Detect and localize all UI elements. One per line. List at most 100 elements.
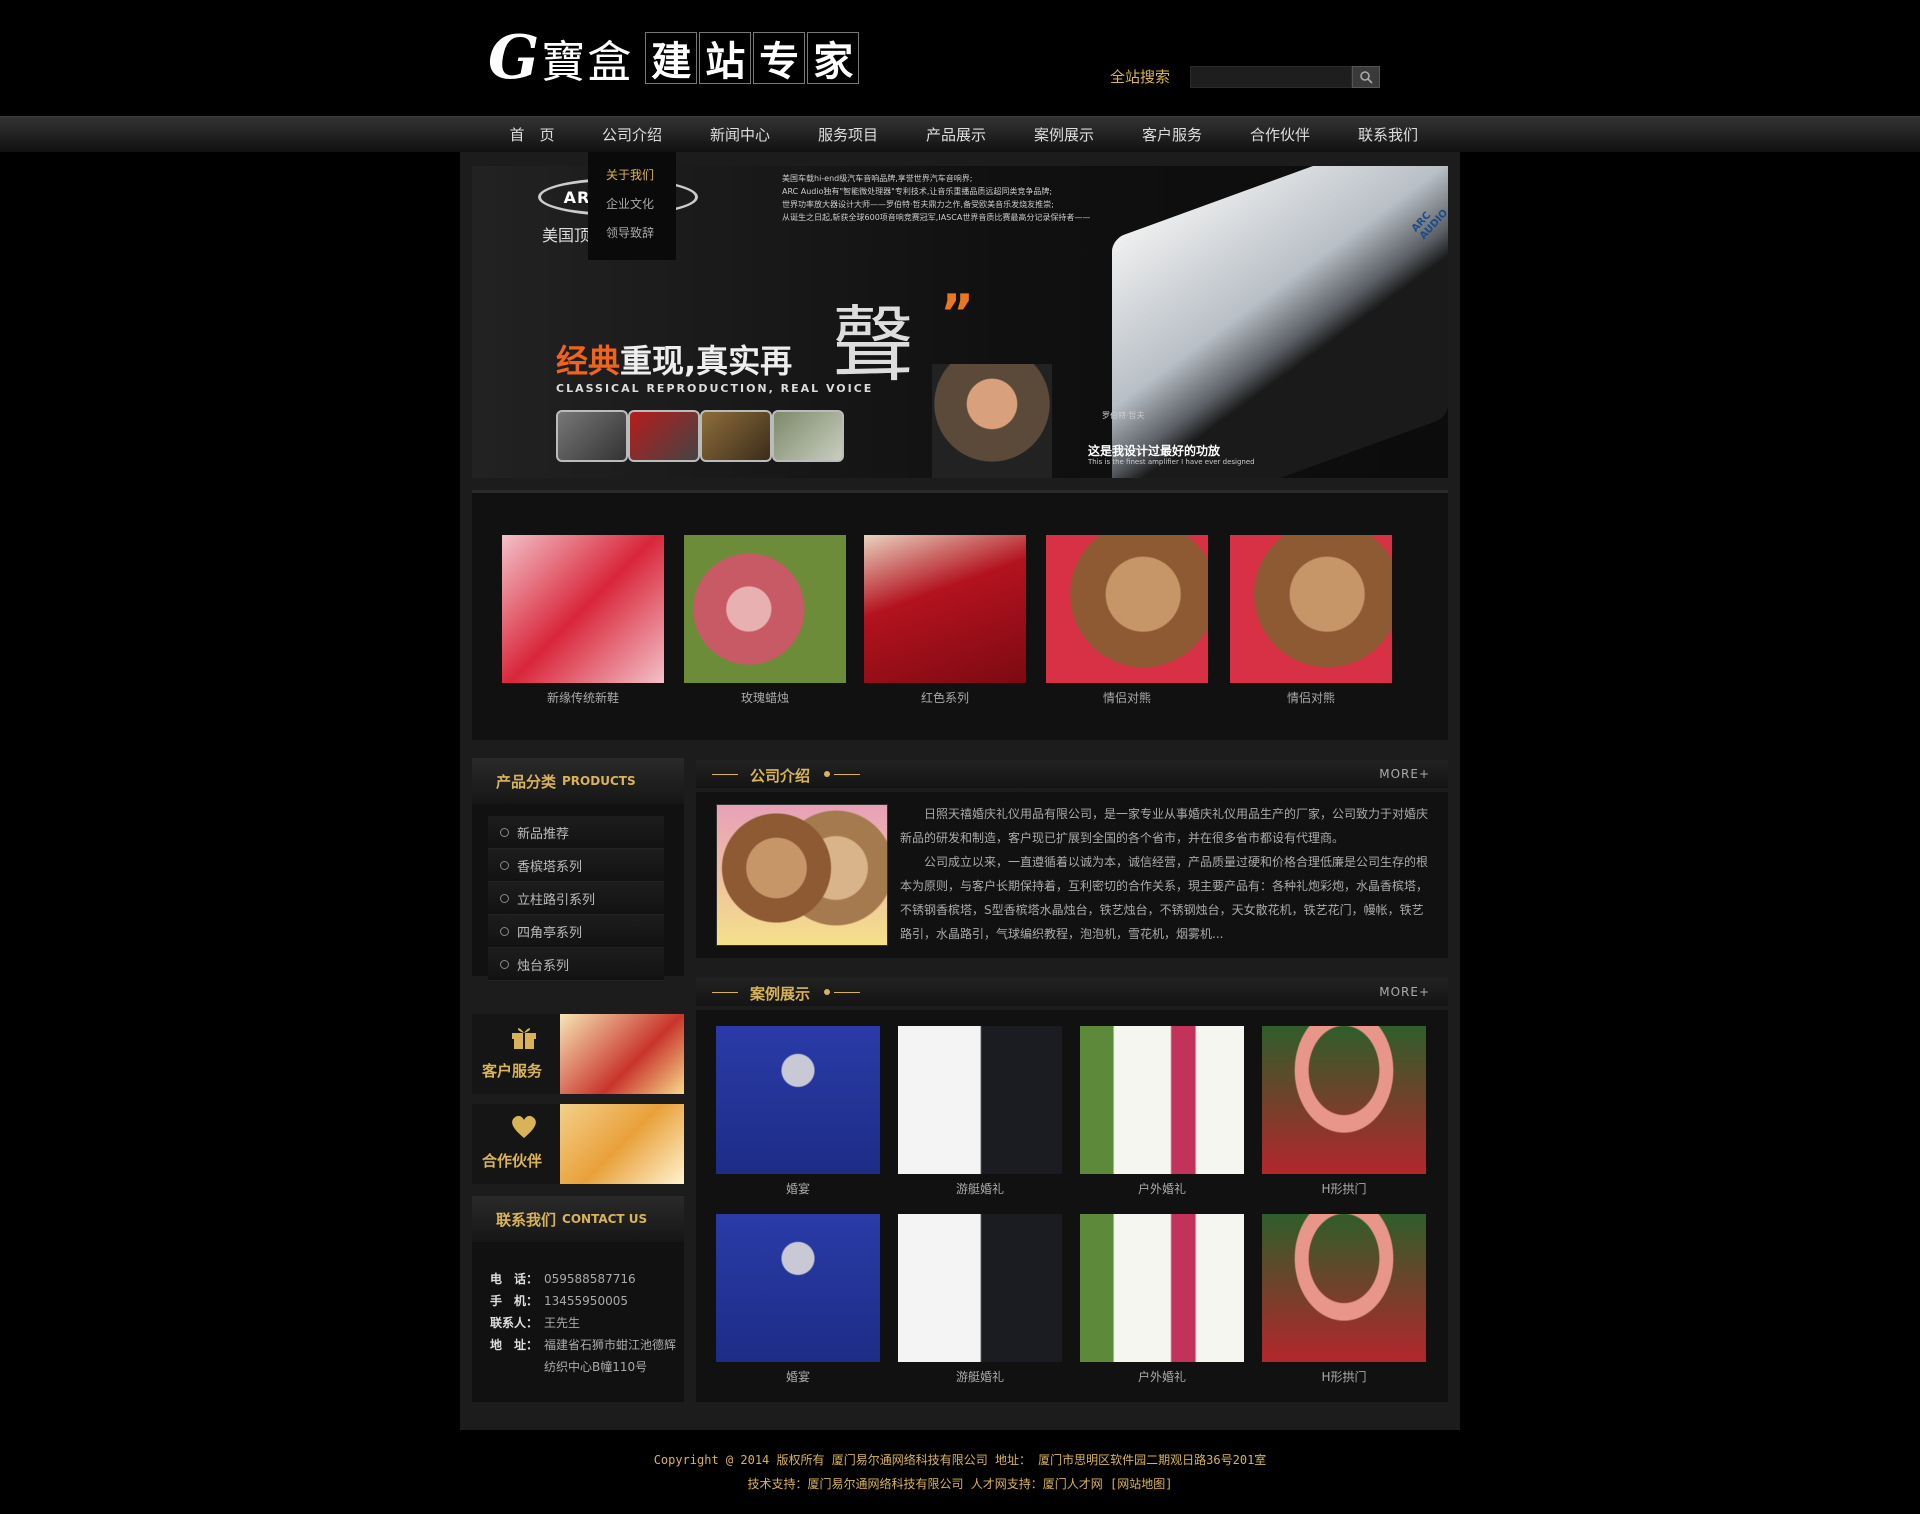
- case-image: [716, 1214, 880, 1362]
- banner-thumbnail: [556, 410, 628, 462]
- nav-item-products[interactable]: 产品展示: [916, 117, 996, 153]
- case-caption: 户外婚礼: [1137, 1370, 1186, 1384]
- category-item[interactable]: 立柱路引系列: [488, 882, 664, 915]
- search-input[interactable]: [1190, 66, 1352, 88]
- case-image: [1080, 1214, 1244, 1362]
- case-item[interactable]: 婚宴: [716, 1026, 880, 1197]
- heart-icon: [510, 1114, 538, 1147]
- gallery-image: [684, 535, 846, 683]
- logo-letter: G: [488, 23, 540, 93]
- gallery-item[interactable]: 新缘传统新鞋: [502, 535, 664, 706]
- category-item[interactable]: 新品推荐: [488, 816, 664, 849]
- search-button[interactable]: [1352, 66, 1380, 88]
- intro-content: 日照天禧婚庆礼仪用品有限公司，是一家专业从事婚庆礼仪用品生产的厂家，公司致力于对…: [696, 792, 1448, 958]
- case-item[interactable]: 游艇婚礼: [898, 1026, 1062, 1197]
- partners-promo[interactable]: 合作伙伴: [472, 1104, 684, 1184]
- gallery-image: [864, 535, 1026, 683]
- case-item[interactable]: H形拱门: [1262, 1026, 1426, 1197]
- panel-title: 联系我们: [496, 1210, 557, 1229]
- nav-item-cases[interactable]: 案例展示: [1024, 117, 1104, 153]
- section-title: 案例展示: [750, 985, 811, 1003]
- gallery-image: [1230, 535, 1392, 683]
- site-logo[interactable]: G 寶盒 建 站 专 家: [488, 23, 860, 93]
- case-item[interactable]: 婚宴: [716, 1214, 880, 1385]
- contact-value: 13455950005: [544, 1294, 628, 1308]
- submenu-item-about-us[interactable]: 关于我们: [588, 164, 676, 193]
- contact-value: 王先生: [544, 1316, 581, 1330]
- bullet-icon: [500, 860, 509, 870]
- intro-text: 日照天禧婚庆礼仪用品有限公司，是一家专业从事婚庆礼仪用品生产的厂家，公司致力于对…: [900, 802, 1432, 946]
- contact-person: 联系人： 王先生: [490, 1314, 580, 1331]
- gallery-item[interactable]: 红色系列: [864, 535, 1026, 706]
- category-item[interactable]: 烛台系列: [488, 948, 664, 981]
- banner-text-line: ARC Audio独有"智能微处理器"专利技术,让音乐重播品质远超同类竞争品牌;: [782, 187, 1053, 196]
- contact-address: 地 址： 福建省石狮市蚶江池德辉: [490, 1336, 676, 1353]
- category-label: 新品推荐: [517, 826, 570, 842]
- bullet-icon: [500, 827, 509, 837]
- contact-address-line2: 纺织中心B幢110号: [490, 1358, 647, 1375]
- gallery-item[interactable]: 玫瑰蜡烛: [684, 535, 846, 706]
- site-footer: Copyright @ 2014 版权所有 厦门易尔通网络科技有限公司 地址： …: [0, 1448, 1920, 1496]
- nav-item-news[interactable]: 新闻中心: [700, 117, 780, 153]
- cases-more-link[interactable]: MORE+: [1379, 985, 1430, 999]
- divider: [712, 774, 738, 775]
- case-item[interactable]: 户外婚礼: [1080, 1026, 1244, 1197]
- intro-more-link[interactable]: MORE+: [1379, 767, 1430, 781]
- gallery-caption: 玫瑰蜡烛: [740, 691, 789, 705]
- case-image: [898, 1214, 1062, 1362]
- case-image: [1262, 1026, 1426, 1174]
- footer-support[interactable]: 技术支持：厦门易尔通网络科技有限公司 人才网支持：厦门人才网 [网站地图]: [0, 1472, 1920, 1496]
- gallery-item[interactable]: 情侣对熊: [1230, 535, 1392, 706]
- product-categories-panel: 产品分类 PRODUCTS 新品推荐 香槟塔系列 立柱路引系列 四角亭系列 烛台…: [472, 758, 684, 981]
- divider: [712, 992, 738, 993]
- submenu-item-leader-speech[interactable]: 领导致辞: [588, 222, 676, 251]
- logo-tile: 专: [753, 32, 806, 85]
- calligraphy-character: 聲: [832, 298, 915, 393]
- banner-caption-en: This is the finest amplifier I have ever…: [1088, 458, 1255, 466]
- footer-copyright: Copyright @ 2014 版权所有 厦门易尔通网络科技有限公司 地址： …: [653, 1453, 1267, 1467]
- main-content: ARC AUDIO ARC AUDIO 美国顶级汽车音响 美国车载hi-end级…: [460, 152, 1460, 1430]
- gift-icon: [510, 1024, 538, 1057]
- logo-seal: 寶盒: [541, 37, 634, 88]
- category-label: 烛台系列: [517, 958, 570, 974]
- intro-image: [716, 804, 888, 946]
- nav-item-customer-service[interactable]: 客户服务: [1132, 117, 1212, 153]
- about-submenu: 关于我们 企业文化 领导致辞: [588, 152, 676, 260]
- gallery-caption: 情侣对熊: [1286, 691, 1335, 705]
- gallery-item[interactable]: 情侣对熊: [1046, 535, 1208, 706]
- case-item[interactable]: 户外婚礼: [1080, 1214, 1244, 1385]
- banner-subline: CLASSICAL REPRODUCTION, REAL VOICE: [556, 382, 874, 395]
- intro-section-header: 公司介绍 MORE+: [696, 760, 1448, 788]
- nav-item-partners[interactable]: 合作伙伴: [1240, 117, 1320, 153]
- panel-title: 产品分类: [496, 772, 557, 791]
- case-item[interactable]: H形拱门: [1262, 1214, 1426, 1385]
- contact-key: 电 话：: [490, 1272, 539, 1286]
- bullet-icon: [500, 926, 509, 936]
- nav-item-contact[interactable]: 联系我们: [1348, 117, 1428, 153]
- panel-title-en: CONTACT US: [562, 1212, 648, 1226]
- contact-key: 手 机：: [490, 1294, 539, 1308]
- banner-thumbnail: [700, 410, 772, 462]
- panel-header: 产品分类 PRODUCTS: [472, 758, 684, 804]
- logo-tiles: 建 站 专 家: [643, 32, 860, 85]
- contact-key: 联系人：: [490, 1316, 539, 1330]
- promo-label: 合作伙伴: [482, 1152, 543, 1170]
- nav-item-services[interactable]: 服务项目: [808, 117, 888, 153]
- main-nav: 首 页 公司介绍 新闻中心 服务项目 产品展示 案例展示 客户服务 合作伙伴 联…: [0, 116, 1920, 152]
- case-caption: H形拱门: [1321, 1370, 1367, 1384]
- promo-image: [560, 1104, 684, 1184]
- case-caption: 游艇婚礼: [955, 1370, 1004, 1384]
- contact-value: 纺织中心B幢110号: [544, 1360, 648, 1374]
- banner-text-line: 从诞生之日起,斩获全球600项音响竞赛冠军,IASCA世界音质比赛最高分记录保持…: [782, 213, 1091, 222]
- nav-item-home[interactable]: 首 页: [492, 117, 572, 153]
- category-item[interactable]: 香槟塔系列: [488, 849, 664, 882]
- category-item[interactable]: 四角亭系列: [488, 915, 664, 948]
- nav-item-about[interactable]: 公司介绍: [592, 117, 672, 153]
- case-item[interactable]: 游艇婚礼: [898, 1214, 1062, 1385]
- gallery-caption: 新缘传统新鞋: [546, 691, 619, 705]
- case-image: [898, 1026, 1062, 1174]
- submenu-item-culture[interactable]: 企业文化: [588, 193, 676, 222]
- banner-description: 美国车载hi-end级汽车音响品牌,享誉世界汽车音响界; ARC Audio独有…: [782, 172, 1182, 224]
- customer-service-promo[interactable]: 客户服务: [472, 1014, 684, 1094]
- divider-dot: [824, 989, 830, 995]
